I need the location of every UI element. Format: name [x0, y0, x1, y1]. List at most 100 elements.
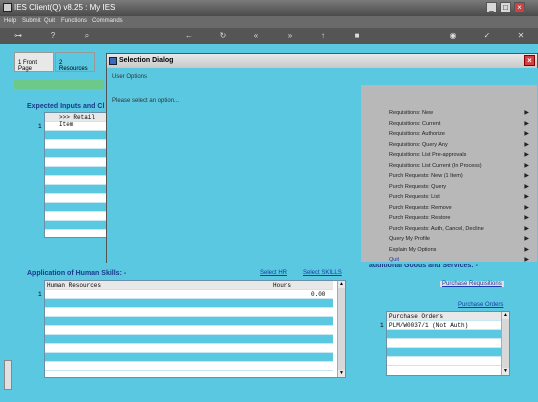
- chevron-right-icon: ▶: [524, 141, 529, 148]
- save-icon[interactable]: ◉: [448, 31, 458, 41]
- chevron-right-icon: ▶: [524, 257, 529, 263]
- maximize-button[interactable]: □: [500, 2, 511, 13]
- table-row[interactable]: [45, 149, 107, 158]
- menu-item-requisitions-new[interactable]: Requisitions: New ▶: [389, 109, 529, 119]
- table-row[interactable]: [45, 299, 333, 308]
- menu-item-purch-requests-new[interactable]: Purch Requests: New (1 Item) ▶: [389, 172, 529, 182]
- menu-help[interactable]: Help: [4, 18, 16, 24]
- purchase-requisitions-link[interactable]: Purchase Requisitions: [440, 281, 504, 287]
- menu-item-requisitions-list-current[interactable]: Requisitions: List Current (In Process) ▶: [389, 162, 529, 172]
- menu-item-purch-requests-restore[interactable]: Purch Requests: Restore ▶: [389, 214, 529, 224]
- grid-header: Purchase Orders: [387, 312, 501, 321]
- minimize-button[interactable]: _: [486, 2, 497, 13]
- menu-item-purch-requests-list[interactable]: Purch Requests: List ▶: [389, 193, 529, 203]
- options-menu: Requisitions: New ▶ Requisitions: Current…: [361, 85, 537, 263]
- table-row[interactable]: [45, 140, 107, 149]
- purchase-order-value: PLM/W0037/1 (Not Auth): [389, 322, 469, 329]
- col-hours: Hours: [273, 282, 292, 289]
- tab-resources[interactable]: 2 Resources: [55, 52, 95, 72]
- select-hr-link[interactable]: Select HR: [260, 270, 287, 276]
- menu-item-label: Requisitions: List Pre-approvals: [389, 152, 467, 158]
- scroll-down-icon[interactable]: ▼: [338, 370, 345, 377]
- table-row[interactable]: PLM/W0037/1 (Not Auth): [387, 321, 501, 330]
- help-icon[interactable]: ?: [48, 31, 58, 41]
- table-row[interactable]: [45, 158, 107, 167]
- menu-item-quit[interactable]: Quit ▶: [389, 256, 529, 266]
- menu-item-requisitions-query-any[interactable]: Requisitions: Query Any ▶: [389, 141, 529, 151]
- key-icon[interactable]: ⊶: [8, 31, 28, 41]
- row-number: 1: [38, 291, 42, 298]
- menu-submit[interactable]: Submit: [22, 18, 41, 24]
- menu-item-label: Purch Requests: New (1 Item): [389, 173, 463, 179]
- scroll-down-icon[interactable]: ▼: [502, 368, 509, 375]
- row-number: 1: [38, 123, 42, 130]
- table-row[interactable]: [45, 317, 333, 326]
- vertical-scrollbar[interactable]: ▲ ▼: [501, 312, 509, 375]
- cancel-icon[interactable]: ✕: [516, 31, 526, 41]
- menu-commands[interactable]: Commands: [92, 18, 123, 24]
- table-row[interactable]: [45, 221, 107, 230]
- tab-front-page[interactable]: 1 Front Page: [14, 52, 54, 72]
- table-row[interactable]: [45, 131, 107, 140]
- expected-inputs-title: Expected Inputs and Cl: [27, 103, 105, 110]
- table-row[interactable]: [387, 330, 501, 339]
- table-row[interactable]: [387, 339, 501, 348]
- menu-item-query-my-profile[interactable]: Query My Profile ▶: [389, 235, 529, 245]
- menu-item-label: Quit: [389, 257, 400, 263]
- table-row[interactable]: [45, 335, 333, 344]
- toolbar: ⊶ ? ⌕ ← ↻ « » ↑ ■ ◉ ✓ ✕: [0, 28, 538, 44]
- table-row[interactable]: [45, 344, 333, 353]
- table-row[interactable]: [45, 194, 107, 203]
- status-strip: [14, 80, 104, 89]
- search-icon[interactable]: ⌕: [82, 31, 92, 41]
- chevron-right-icon: ▶: [524, 152, 529, 158]
- table-row[interactable]: [387, 348, 501, 357]
- back-icon[interactable]: ←: [184, 31, 194, 41]
- menu-item-purch-requests-auth[interactable]: Purch Requests: Auth, Cancel, Decline ▶: [389, 225, 529, 235]
- menu-item-requisitions-authorize[interactable]: Requisitions: Authorize ▶: [389, 130, 529, 140]
- table-row[interactable]: [45, 167, 107, 176]
- table-row[interactable]: [45, 203, 107, 212]
- dialog-body: User Options Please select an option... …: [107, 68, 538, 264]
- table-row[interactable]: 0.00: [45, 290, 333, 299]
- menu-item-requisitions-list-preapprovals[interactable]: Requisitions: List Pre-approvals ▶: [389, 151, 529, 161]
- table-row[interactable]: [45, 308, 333, 317]
- table-row[interactable]: [45, 122, 107, 131]
- table-row[interactable]: [45, 362, 333, 371]
- chevron-right-icon: ▶: [524, 225, 529, 232]
- check-icon[interactable]: ✓: [482, 31, 492, 41]
- menu-item-purch-requests-remove[interactable]: Purch Requests: Remove ▶: [389, 204, 529, 214]
- menu-item-label: Purch Requests: Restore: [389, 215, 451, 221]
- dialog-close-button[interactable]: ×: [524, 55, 535, 66]
- menu-item-requisitions-current[interactable]: Requisitions: Current ▶: [389, 120, 529, 130]
- vertical-scrollbar[interactable]: ▲ ▼: [337, 281, 345, 377]
- rewind-icon[interactable]: «: [251, 31, 261, 41]
- stop-icon[interactable]: ■: [352, 31, 362, 41]
- purchase-orders-link[interactable]: Purchase Orders: [458, 302, 503, 308]
- menu-quit[interactable]: Quit: [44, 18, 55, 24]
- table-row[interactable]: [45, 212, 107, 221]
- chevron-right-icon: ▶: [524, 215, 529, 221]
- menu-functions[interactable]: Functions: [61, 18, 87, 24]
- table-row[interactable]: [45, 185, 107, 194]
- select-skills-link[interactable]: Select SKILLS: [303, 270, 342, 276]
- menu-item-purch-requests-query[interactable]: Purch Requests: Query ▶: [389, 183, 529, 193]
- dialog-prompt: Please select an option...: [109, 85, 361, 262]
- menu-item-label: Requisitions: Authorize: [389, 131, 445, 137]
- forward-icon[interactable]: »: [285, 31, 295, 41]
- human-resources-grid: Human Resources Hours 0.00 ▲ ▼: [44, 280, 346, 378]
- scroll-up-icon[interactable]: ▲: [338, 281, 345, 288]
- close-button[interactable]: ×: [514, 2, 525, 13]
- table-row[interactable]: [45, 353, 333, 362]
- grid-header: >>> Retail Item: [45, 113, 107, 128]
- menu-item-explain-my-options[interactable]: Explain My Options ▶: [389, 246, 529, 256]
- dialog-app-icon: [109, 57, 117, 65]
- upload-icon[interactable]: ↑: [318, 31, 328, 41]
- table-row[interactable]: [45, 326, 333, 335]
- table-row[interactable]: [45, 176, 107, 185]
- menu-item-label: Requisitions: Query Any: [389, 141, 448, 148]
- refresh-icon[interactable]: ↻: [218, 31, 228, 41]
- window-titlebar: IES Client(Q) v8.25 : My IES _ □ ×: [0, 0, 538, 16]
- scroll-up-icon[interactable]: ▲: [502, 312, 509, 319]
- table-row[interactable]: [387, 357, 501, 366]
